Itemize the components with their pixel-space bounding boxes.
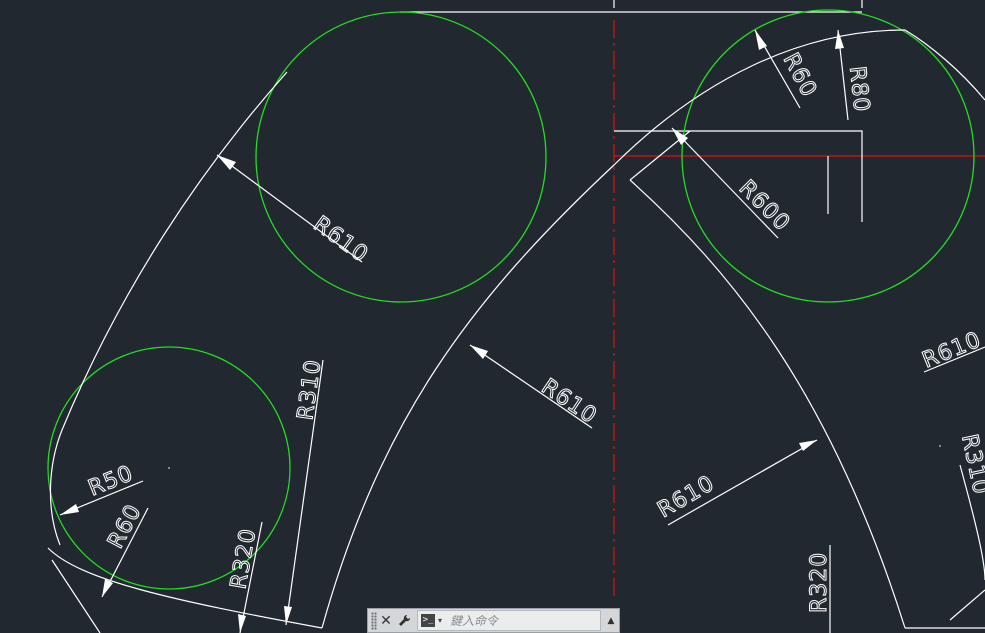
geometry-line [949, 589, 985, 621]
green-circle-top-left [255, 11, 547, 303]
geometry-arc [629, 179, 906, 629]
geometry-arc [49, 71, 288, 546]
center-point [168, 467, 170, 469]
chevron-down-icon[interactable]: ▾ [438, 616, 442, 625]
dimension-text[interactable]: R320 [807, 551, 833, 613]
dimension-arrow [470, 345, 488, 359]
wrench-icon[interactable] [395, 611, 413, 631]
center-point [939, 445, 941, 447]
dimension-text[interactable]: R610 [308, 211, 373, 268]
dimension-text[interactable]: R50 [84, 461, 137, 503]
dimension-text[interactable]: R320 [226, 526, 262, 592]
dimension-arrow [238, 614, 246, 633]
dimension-arrow [217, 155, 236, 170]
dimension-text[interactable]: R60 [777, 49, 822, 103]
dimension-text[interactable]: R610 [918, 327, 985, 374]
dimension-arrow [835, 30, 844, 49]
geometry-line [51, 559, 101, 633]
dimension-arrow [102, 579, 113, 597]
command-line-bar[interactable]: ✕ >_ ▾ ▲ [367, 608, 620, 633]
dimension-text[interactable]: R600 [733, 175, 795, 237]
dimension-text[interactable]: R610 [653, 470, 720, 523]
command-input-field[interactable]: >_ ▾ [417, 610, 602, 631]
dimension-text[interactable]: R60 [103, 500, 148, 554]
chevron-up-icon[interactable]: ▲ [603, 616, 619, 626]
dimension-text[interactable]: R310 [956, 432, 985, 498]
dimension-text[interactable]: R310 [293, 357, 327, 422]
dimension-text[interactable]: R80 [844, 65, 875, 115]
cad-drawing-canvas[interactable]: R610 R60 R80 R600 R610 R610 R310 R50 R60… [0, 0, 985, 633]
command-input[interactable] [448, 612, 601, 629]
close-icon[interactable]: ✕ [377, 611, 395, 631]
command-prompt-icon[interactable]: >_ [421, 614, 435, 627]
dimension-arrow [60, 504, 79, 515]
geometry-line [614, 130, 863, 222]
dimension-text[interactable]: R610 [536, 374, 602, 430]
